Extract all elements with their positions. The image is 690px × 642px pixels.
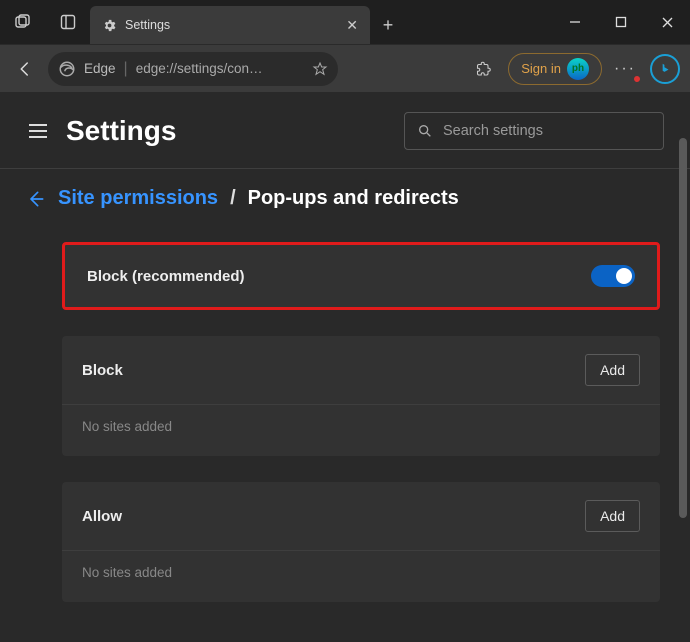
settings-page: Settings Site permissions / Pop-ups and … [0,92,690,642]
nav-back-button[interactable] [8,52,42,86]
menu-icon[interactable] [26,124,50,138]
bing-chat-icon[interactable] [648,52,682,86]
breadcrumb-current: Pop-ups and redirects [248,187,459,210]
search-icon [417,123,433,139]
minimize-button[interactable] [552,0,598,44]
favorite-icon[interactable] [312,61,328,77]
more-menu-icon[interactable]: ··· [608,52,642,86]
breadcrumb: Site permissions / Pop-ups and redirects [0,169,690,232]
allow-add-button[interactable]: Add [585,500,640,532]
search-settings-box[interactable] [404,112,664,150]
address-bar[interactable]: Edge | edge://settings/con… [48,52,338,86]
allow-list-card: Allow Add No sites added [62,482,660,602]
scrollbar[interactable] [679,132,687,632]
sign-in-button[interactable]: Sign in ph [508,53,602,85]
tab-actions-icon[interactable] [0,0,45,44]
block-recommended-label: Block (recommended) [87,268,591,285]
breadcrumb-separator: / [230,187,236,210]
vertical-tabs-icon[interactable] [45,0,90,44]
close-window-button[interactable] [644,0,690,44]
block-add-button[interactable]: Add [585,354,640,386]
tab-title: Settings [125,18,338,32]
breadcrumb-back-icon[interactable] [26,189,46,209]
block-empty-text: No sites added [62,405,660,456]
browser-tab[interactable]: Settings ✕ [90,6,370,44]
address-separator: | [124,60,128,78]
search-input[interactable] [443,123,651,139]
allow-empty-text: No sites added [62,551,660,602]
block-list-card: Block Add No sites added [62,336,660,456]
block-section-title: Block [82,362,585,379]
close-tab-icon[interactable]: ✕ [346,17,358,34]
block-recommended-toggle[interactable] [591,265,635,287]
allow-section-title: Allow [82,508,585,525]
settings-header: Settings [0,92,690,168]
breadcrumb-parent-link[interactable]: Site permissions [58,187,218,210]
address-source-label: Edge [84,61,116,76]
sign-in-label: Sign in [521,61,561,76]
browser-toolbar: Edge | edge://settings/con… Sign in ph ·… [0,44,690,92]
window-controls [552,0,690,44]
edge-logo-icon [58,60,76,78]
profile-avatar-icon: ph [567,58,589,80]
maximize-button[interactable] [598,0,644,44]
page-title: Settings [66,115,388,147]
gear-icon [102,18,117,33]
address-url-text: edge://settings/con… [136,61,304,76]
window-titlebar: Settings ✕ + [0,0,690,44]
extensions-icon[interactable] [468,52,502,86]
block-recommended-card: Block (recommended) [62,242,660,310]
new-tab-button[interactable]: + [370,6,406,44]
